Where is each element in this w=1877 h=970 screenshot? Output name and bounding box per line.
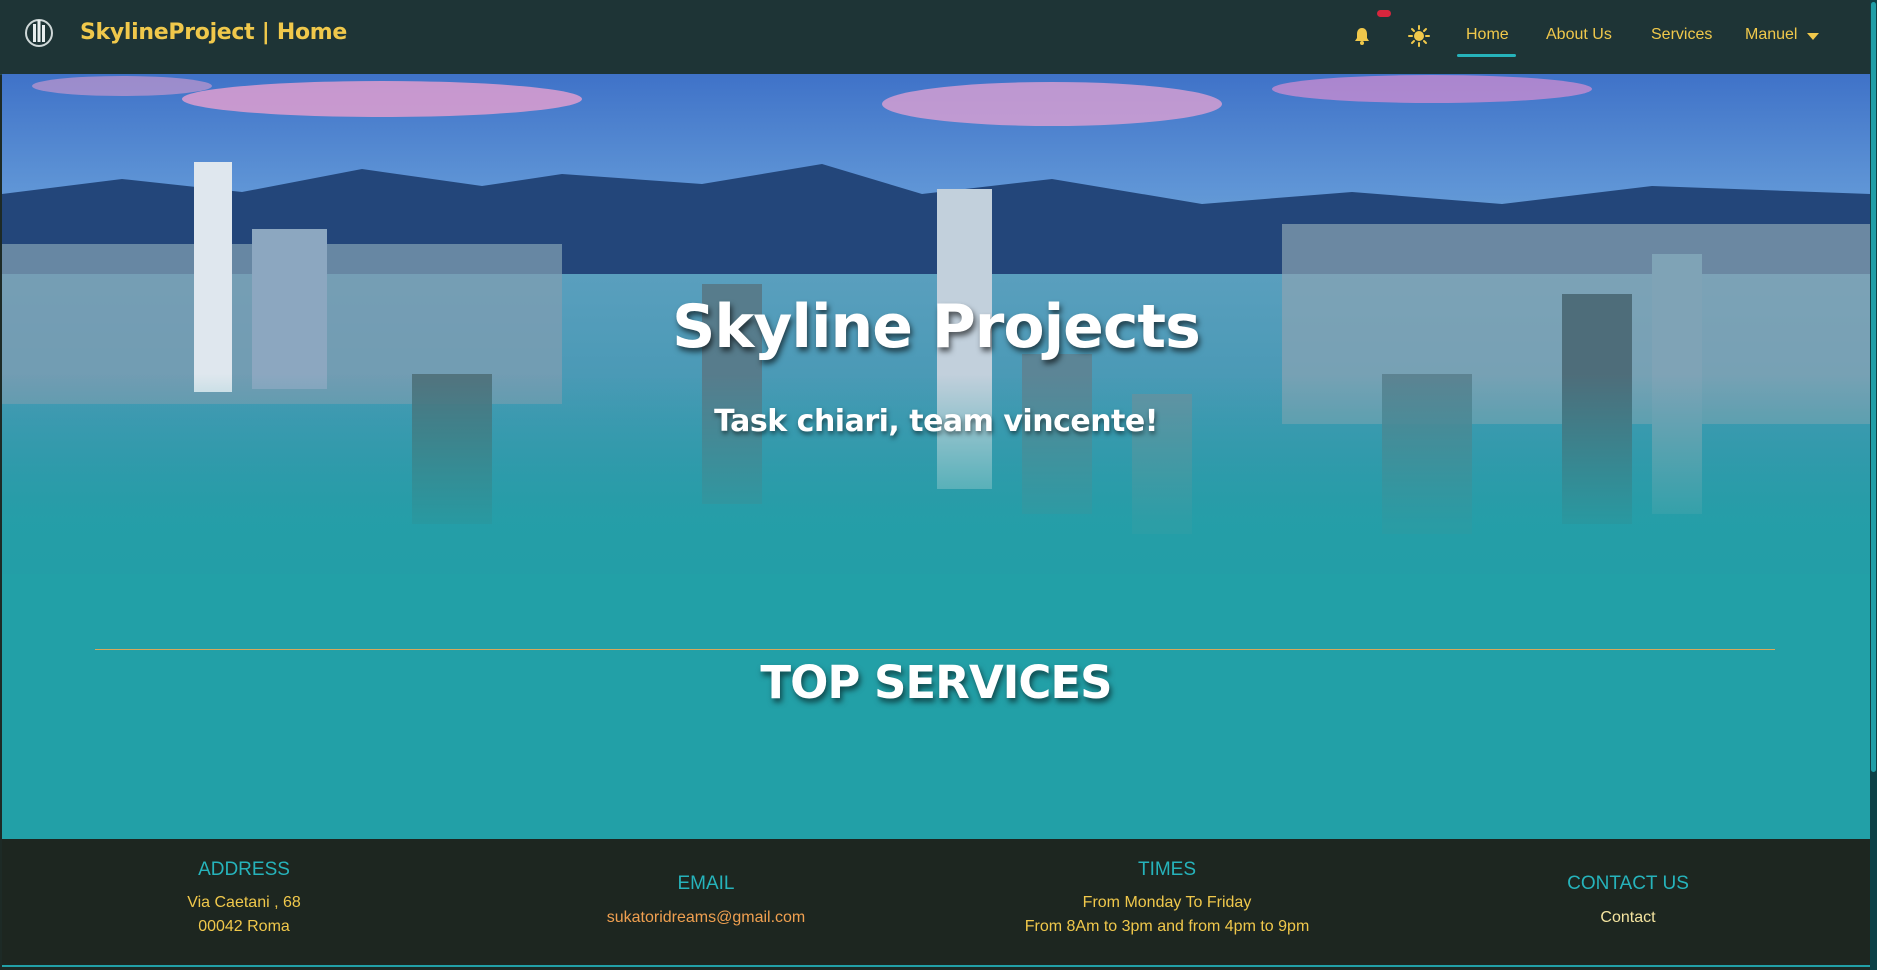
footer: ADDRESS Via Caetani , 68 00042 Roma EMAI…: [2, 839, 1870, 967]
bell-icon[interactable]: [1353, 27, 1371, 45]
times-text: From Monday To Friday From 8Am to 3pm an…: [957, 891, 1377, 939]
contact-heading: CONTACT US: [1567, 873, 1689, 894]
address-line1: Via Caetani , 68: [187, 894, 301, 911]
address-line2: 00042 Roma: [198, 918, 290, 935]
nav-home-link[interactable]: Home: [1466, 26, 1509, 44]
caret-down-icon[interactable]: [1807, 33, 1819, 40]
nav-about-link[interactable]: About Us: [1546, 26, 1612, 44]
times-heading: TIMES: [1137, 859, 1197, 880]
email-heading: EMAIL: [677, 873, 735, 894]
user-menu[interactable]: Manuel: [1745, 26, 1797, 44]
section-title: TOP SERVICES: [760, 656, 1112, 709]
hero-section: Skyline Projects Task chiari, team vince…: [2, 74, 1870, 839]
notification-badge: [1377, 10, 1391, 17]
address-heading: ADDRESS: [198, 859, 290, 880]
scrollbar-thumb[interactable]: [1871, 2, 1876, 772]
skyline-logo-icon[interactable]: [24, 15, 54, 51]
vertical-scrollbar[interactable]: [1870, 0, 1877, 970]
sun-icon[interactable]: [1408, 25, 1430, 47]
active-nav-indicator: [1457, 54, 1516, 57]
navbar: SkylineProject | Home Home About Us Serv…: [0, 0, 1870, 75]
times-line2: From 8Am to 3pm and from 4pm to 9pm: [1024, 918, 1310, 935]
app-frame: SkylineProject | Home Home About Us Serv…: [0, 0, 1870, 970]
email-link[interactable]: sukatoridreams@gmail.com: [496, 906, 916, 930]
address-text: Via Caetani , 68 00042 Roma: [34, 891, 454, 939]
section-divider: [95, 649, 1775, 650]
nav-services-link[interactable]: Services: [1651, 26, 1712, 44]
contact-link[interactable]: Contact: [1418, 906, 1838, 930]
hero-title: Skyline Projects: [672, 292, 1201, 362]
hero-subtitle: Task chiari, team vincente!: [714, 404, 1158, 439]
brand-title[interactable]: SkylineProject | Home: [80, 20, 347, 45]
times-line1: From Monday To Friday: [1082, 894, 1252, 911]
